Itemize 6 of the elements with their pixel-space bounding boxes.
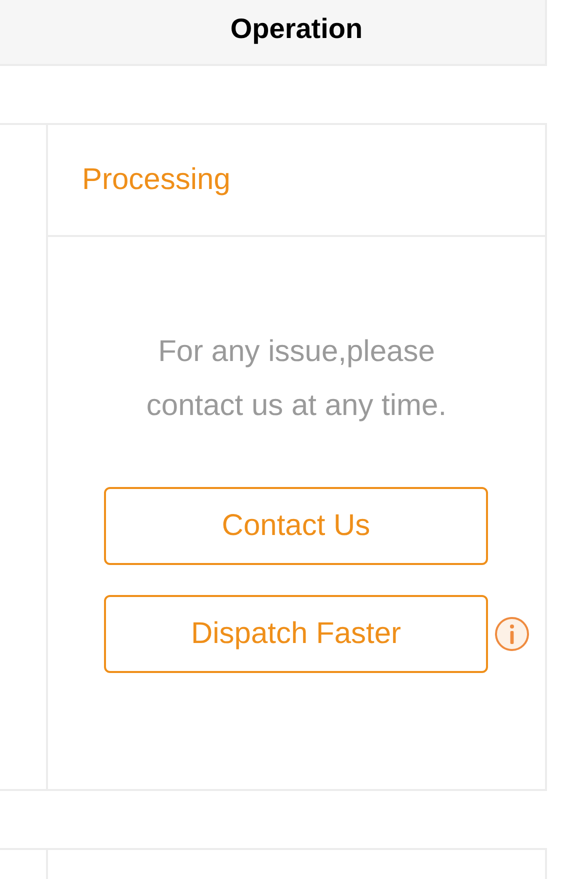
- action-button[interactable]: Dispatch Faster: [104, 595, 488, 673]
- order-status: Processing: [82, 163, 230, 197]
- column-heading: Operation: [230, 13, 363, 45]
- action-button[interactable]: Contact Us: [104, 487, 488, 565]
- help-message: For any issue,please contact us at any time.: [145, 334, 448, 424]
- info-icon[interactable]: [494, 616, 530, 652]
